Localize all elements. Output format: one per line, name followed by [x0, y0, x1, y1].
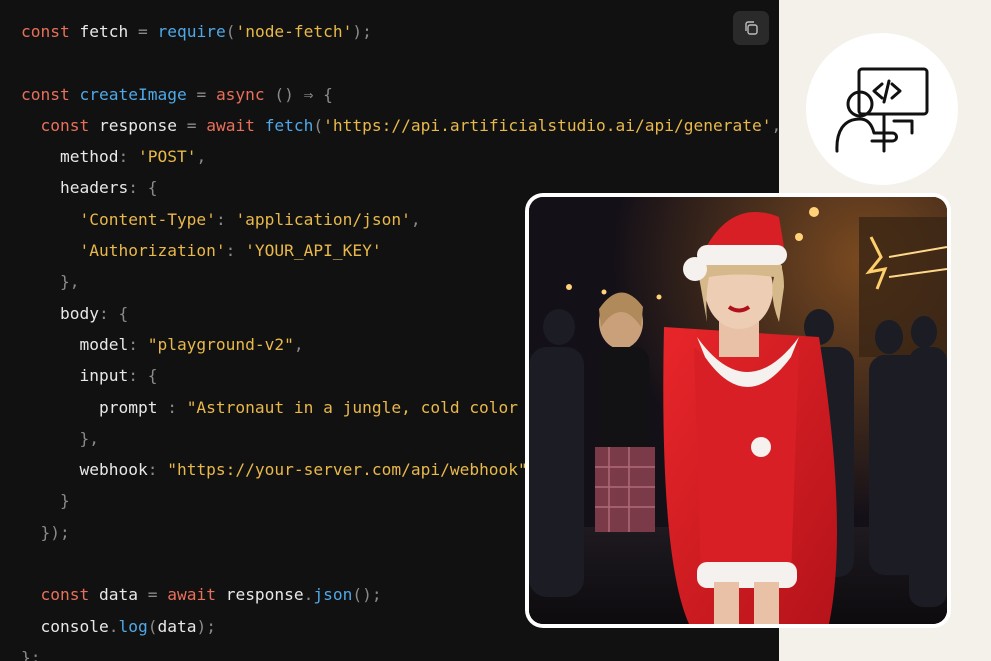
- code-token: await: [167, 585, 216, 605]
- code-token: body: [21, 303, 99, 323]
- code-token: }: [59, 491, 70, 511]
- code-token: 'POST': [137, 147, 197, 167]
- code-token: response: [215, 585, 304, 605]
- copy-icon: [745, 21, 758, 35]
- code-token: json: [313, 585, 353, 605]
- code-token: fetch: [264, 115, 314, 135]
- code-token: });: [40, 522, 70, 542]
- code-line: method: 'POST',: [21, 144, 779, 175]
- code-token: 'YOUR_API_KEY': [245, 241, 382, 261]
- code-token: };: [21, 647, 41, 661]
- code-token: :: [215, 209, 236, 229]
- code-token: :: [118, 147, 138, 167]
- code-token: response: [89, 115, 187, 135]
- code-token: =: [147, 585, 168, 605]
- code-token: (: [313, 115, 324, 135]
- code-token: log: [118, 616, 148, 636]
- code-token: console: [21, 616, 109, 636]
- code-token: "https://your-server.com/api/webhook": [167, 460, 528, 480]
- code-token: (: [225, 22, 236, 41]
- code-token: :: [147, 460, 168, 480]
- code-token: const: [21, 22, 70, 41]
- code-token: .: [108, 616, 119, 636]
- code-token: prompt: [21, 397, 168, 417]
- code-token: const: [21, 84, 70, 104]
- code-token: method: [21, 147, 119, 167]
- code-token: (: [147, 616, 158, 636]
- code-token: ();: [352, 585, 382, 605]
- code-line: const response = await fetch('https://ap…: [21, 113, 780, 144]
- code-token: 'https://api.artificialstudio.ai/api/gen…: [323, 115, 772, 135]
- code-token: createImage: [79, 84, 187, 104]
- code-token: );: [196, 616, 216, 636]
- code-token: =: [137, 22, 158, 41]
- code-token: : {: [98, 303, 129, 323]
- code-token: const: [40, 585, 90, 605]
- code-token: : {: [128, 178, 158, 198]
- person-in-red-santa-dress-photo: [529, 197, 947, 624]
- code-token: 'application/json': [235, 209, 411, 229]
- code-token: },: [59, 272, 80, 292]
- code-token: headers: [21, 178, 129, 198]
- code-token: ,: [293, 334, 304, 354]
- code-token: :: [128, 334, 148, 354]
- code-token: "playground-v2": [147, 334, 294, 354]
- code-token: 'Content-Type': [79, 209, 216, 229]
- developer-illustration: [806, 33, 958, 185]
- copy-button[interactable]: [733, 11, 769, 45]
- code-token: =: [196, 84, 216, 104]
- code-line: };: [21, 645, 779, 661]
- code-token: const: [40, 115, 90, 135]
- code-token: await: [206, 115, 255, 135]
- code-token: },: [79, 428, 99, 448]
- code-token: data: [157, 616, 197, 636]
- code-token: async: [215, 84, 265, 104]
- code-token: 'node-fetch': [235, 22, 353, 41]
- code-token: .: [303, 585, 314, 605]
- code-token: model: [21, 334, 129, 354]
- code-token: ,: [196, 147, 207, 167]
- code-token: 'Authorization': [79, 241, 226, 261]
- code-token: input: [21, 366, 129, 386]
- code-token: :: [167, 397, 187, 417]
- code-line: const fetch = require('node-fetch');: [21, 19, 779, 50]
- code-line: const createImage = async () ⇒ {: [21, 82, 779, 113]
- code-token: require: [157, 22, 226, 41]
- code-token: );: [352, 22, 372, 41]
- code-token: , {: [771, 116, 779, 135]
- code-token: ,: [410, 209, 421, 229]
- code-token: data: [89, 585, 148, 605]
- code-token: () ⇒ {: [274, 84, 333, 104]
- generated-image-card: [525, 193, 951, 628]
- code-token: =: [186, 115, 207, 135]
- code-token: :: [225, 241, 246, 261]
- code-token: : {: [128, 366, 158, 386]
- code-token: webhook: [21, 460, 148, 480]
- code-token: fetch: [69, 22, 138, 41]
- developer-at-computer-icon: [835, 67, 929, 153]
